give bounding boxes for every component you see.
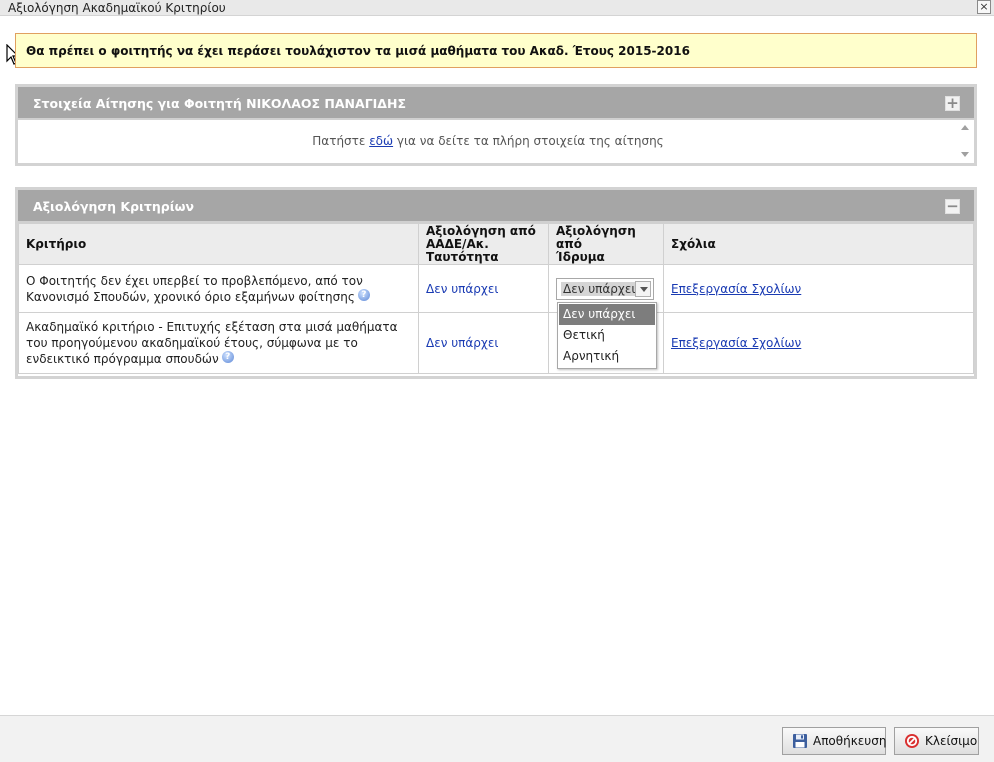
window-close-button[interactable]: × — [977, 0, 991, 14]
criteria-table: Κριτήριο Αξιολόγηση από ΑΑΔΕ/Ακ. Ταυτότη… — [18, 223, 974, 374]
warning-text: Θα πρέπει ο φοιτητής να έχει περάσει του… — [26, 44, 690, 58]
warning-banner: Θα πρέπει ο φοιτητής να έχει περάσει του… — [15, 33, 977, 68]
save-button[interactable]: Αποθήκευση — [782, 727, 886, 755]
collapse-icon[interactable]: − — [945, 199, 960, 214]
aade-cell: Δεν υπάρχει — [418, 264, 549, 313]
application-panel-title: Στοιχεία Αίτησης για Φοιτητή ΝΙΚΟΛΑΟΣ ΠΑ… — [33, 96, 406, 111]
institution-evaluation-select[interactable]: Δεν υπάρχει — [556, 277, 654, 300]
window-titlebar: Αξιολόγηση Ακαδημαϊκού Κριτηρίου × — [0, 0, 994, 16]
scroll-down-icon[interactable] — [961, 152, 969, 157]
dialog-footer: Αποθήκευση Κλείσιμο — [0, 715, 994, 762]
details-text-after: για να δείτε τα πλήρη στοιχεία της αίτησ… — [393, 134, 664, 148]
criterion-cell: Ο Φοιτητής δεν έχει υπερβεί το προβλεπόμ… — [18, 264, 419, 313]
panel-scrollbar[interactable] — [958, 120, 972, 162]
column-header-institution-line2: Ίδρυμα — [556, 249, 605, 264]
column-header-comments: Σχόλια — [663, 223, 974, 265]
floppy-disk-icon — [793, 734, 807, 748]
chevron-down-icon[interactable] — [635, 280, 651, 297]
edit-comments-link[interactable]: Επεξεργασία Σχολίων — [671, 282, 801, 296]
dropdown-option-negative[interactable]: Αρνητική — [559, 346, 655, 367]
application-panel-body: Πατήστε εδώ για να δείτε τα πλήρη στοιχε… — [18, 120, 974, 164]
criterion-text: Ακαδημαϊκό κριτήριο - Επιτυχής εξέταση σ… — [26, 320, 398, 366]
help-icon[interactable]: ? — [357, 288, 370, 301]
criteria-panel-title: Αξιολόγηση Κριτηρίων — [33, 199, 194, 214]
application-panel-header[interactable]: Στοιχεία Αίτησης για Φοιτητή ΝΙΚΟΛΑΟΣ ΠΑ… — [18, 87, 974, 120]
column-header-criterion: Κριτήριο — [18, 223, 419, 265]
expand-icon[interactable]: + — [945, 96, 960, 111]
close-button[interactable]: Κλείσιμο — [894, 727, 979, 755]
criterion-cell: Ακαδημαϊκό κριτήριο - Επιτυχής εξέταση σ… — [18, 312, 419, 374]
column-header-aade: Αξιολόγηση από ΑΑΔΕ/Ακ. Ταυτότητα — [418, 223, 549, 265]
table-row: Ο Φοιτητής δεν έχει υπερβεί το προβλεπόμ… — [18, 264, 974, 313]
application-details-link[interactable]: εδώ — [369, 134, 393, 148]
scroll-up-icon[interactable] — [961, 125, 969, 130]
details-text-before: Πατήστε — [312, 134, 370, 148]
institution-evaluation-dropdown[interactable]: Δεν υπάρχει Θετική Αρνητική — [557, 302, 657, 369]
help-icon[interactable]: ? — [221, 351, 234, 363]
dropdown-option-positive[interactable]: Θετική — [559, 325, 655, 346]
column-header-institution: Αξιολόγηση από Ίδρυμα — [548, 223, 664, 265]
criteria-evaluation-panel: Αξιολόγηση Κριτηρίων − Κριτήριο Αξιολόγη… — [15, 187, 977, 379]
column-header-aade-line1: Αξιολόγηση από — [426, 223, 536, 238]
table-row: Ακαδημαϊκό κριτήριο - Επιτυχής εξέταση σ… — [18, 312, 974, 374]
close-label: Κλείσιμο — [925, 734, 978, 748]
aade-evaluation-value: Δεν υπάρχει — [426, 336, 499, 350]
comments-cell: Επεξεργασία Σχολίων — [663, 264, 974, 313]
table-header-row: Κριτήριο Αξιολόγηση από ΑΑΔΕ/Ακ. Ταυτότη… — [18, 223, 974, 265]
criterion-text: Ο Φοιτητής δεν έχει υπερβεί το προβλεπόμ… — [26, 273, 363, 304]
column-header-aade-line2: ΑΑΔΕ/Ακ. Ταυτότητα — [426, 236, 499, 264]
comments-cell: Επεξεργασία Σχολίων — [663, 312, 974, 374]
select-current-value: Δεν υπάρχει — [561, 281, 638, 296]
window-title: Αξιολόγηση Ακαδημαϊκού Κριτηρίου — [8, 1, 226, 15]
save-label: Αποθήκευση — [813, 734, 887, 748]
dropdown-option-none[interactable]: Δεν υπάρχει — [559, 304, 655, 325]
criteria-panel-header[interactable]: Αξιολόγηση Κριτηρίων − — [18, 190, 974, 223]
application-details-text: Πατήστε εδώ για να δείτε τα πλήρη στοιχε… — [18, 120, 958, 162]
application-info-panel: Στοιχεία Αίτησης για Φοιτητή ΝΙΚΟΛΑΟΣ ΠΑ… — [15, 84, 977, 166]
cancel-icon — [905, 734, 919, 748]
aade-evaluation-value: Δεν υπάρχει — [426, 281, 499, 296]
aade-cell: Δεν υπάρχει — [418, 312, 549, 374]
edit-comments-link[interactable]: Επεξεργασία Σχολίων — [671, 336, 801, 350]
column-header-institution-line1: Αξιολόγηση από — [556, 223, 636, 251]
